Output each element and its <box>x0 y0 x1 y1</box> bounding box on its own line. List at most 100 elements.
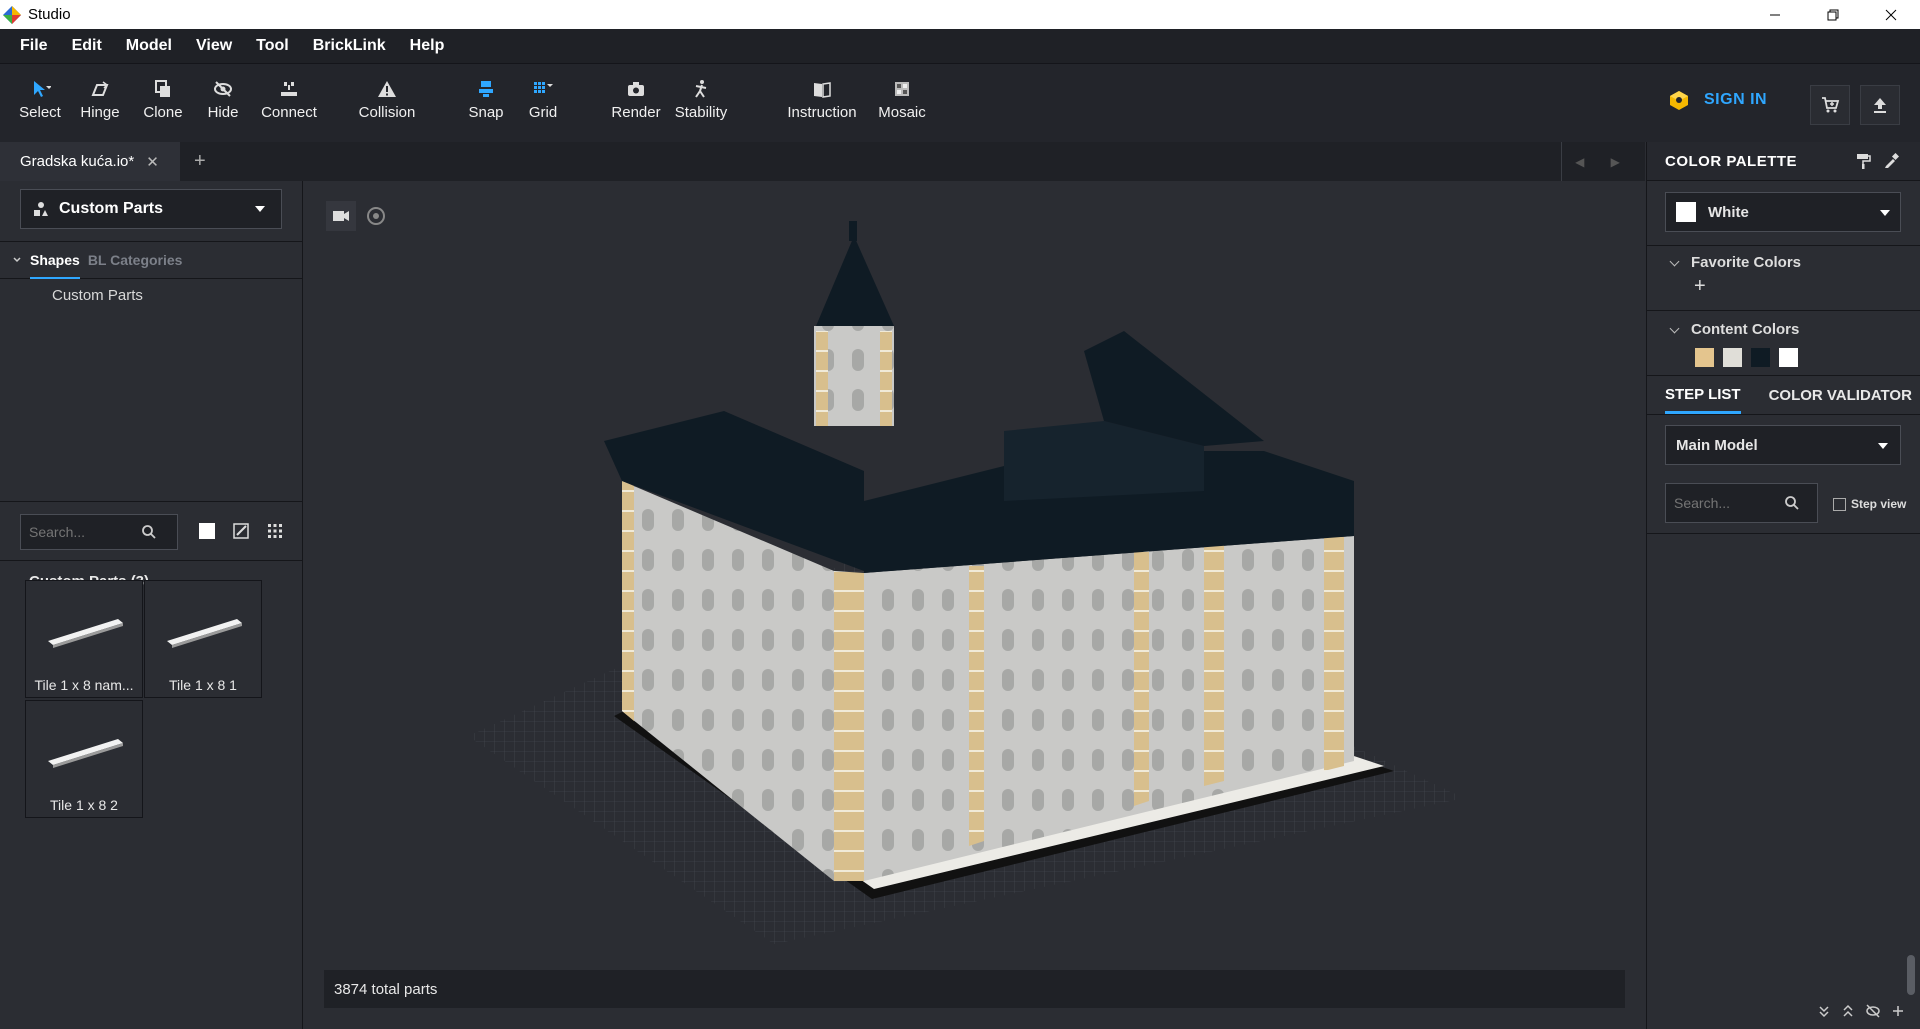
menu-bar: File Edit Model View Tool BrickLink Help <box>0 29 1920 63</box>
snap-magnet-icon <box>479 81 493 97</box>
sign-in-label: SIGN IN <box>1704 91 1768 108</box>
color-swatch-light-bluish-gray[interactable] <box>1723 348 1742 367</box>
add-favorite-color-icon[interactable]: + <box>1647 275 1920 298</box>
stability-tool-button[interactable]: Stability <box>666 78 736 121</box>
tab-shapes[interactable]: Shapes <box>30 242 80 279</box>
front-quoins-3 <box>1324 537 1344 771</box>
upload-icon <box>1874 98 1886 113</box>
grid-view-icon[interactable] <box>266 522 284 540</box>
minimize-button[interactable] <box>1746 0 1804 29</box>
menu-edit[interactable]: Edit <box>60 37 114 55</box>
filter-edit-icon[interactable] <box>232 522 250 540</box>
expand-all-icon[interactable] <box>1841 1004 1855 1018</box>
search-icon[interactable] <box>1784 495 1800 511</box>
part-label: Tile 1 x 8 1 <box>169 677 237 693</box>
add-tab-icon[interactable]: + <box>194 150 206 173</box>
tower-finial <box>849 221 857 241</box>
tab-color-validator[interactable]: COLOR VALIDATOR <box>1769 387 1912 404</box>
warning-triangle-icon <box>378 81 396 97</box>
hide-steps-icon[interactable] <box>1865 1004 1881 1018</box>
search-icon[interactable] <box>141 524 157 540</box>
tree-item-custom-parts[interactable]: Custom Parts <box>52 287 143 304</box>
color-selector-dropdown[interactable]: White <box>1665 192 1901 232</box>
center-corner-quoins <box>834 571 864 881</box>
parts-panel: Custom Parts Shapes BL Categories Custom… <box>0 181 303 1029</box>
color-swatch-tan[interactable] <box>1695 348 1714 367</box>
tab-step-list[interactable]: STEP LIST <box>1665 376 1741 414</box>
close-window-button[interactable] <box>1862 0 1920 29</box>
menu-bricklink[interactable]: BrickLink <box>301 37 398 55</box>
color-swatch-black-blue[interactable] <box>1751 348 1770 367</box>
color-square-icon[interactable] <box>198 522 216 540</box>
connect-tool-button[interactable]: Connect <box>254 78 324 121</box>
collapse-chevron-icon[interactable] <box>12 255 22 265</box>
grid-label: Grid <box>528 104 558 121</box>
clone-icon <box>155 80 170 97</box>
tower-quoins-right <box>880 331 892 426</box>
3d-viewport[interactable]: 3874 total parts <box>304 181 1645 1029</box>
parts-category-dropdown[interactable]: Custom Parts <box>20 189 282 229</box>
collapse-all-icon[interactable] <box>1817 1004 1831 1018</box>
connect-label: Connect <box>261 104 317 121</box>
menu-model[interactable]: Model <box>114 37 184 55</box>
part-tile-1[interactable]: Tile 1 x 8 nam... <box>25 580 143 698</box>
grid-tool-button[interactable]: Grid <box>508 78 578 121</box>
hinge-tool-button[interactable]: Hinge <box>65 78 135 121</box>
step-panel-tabs: STEP LIST COLOR VALIDATOR <box>1647 375 1920 415</box>
stability-label: Stability <box>674 104 728 121</box>
front-quoins-4 <box>969 566 984 846</box>
chevron-down-icon <box>255 206 265 212</box>
left-corner-quoins <box>622 481 634 721</box>
close-tab-icon[interactable]: ✕ <box>146 153 159 171</box>
tile-part-icon <box>48 739 123 768</box>
upload-button[interactable] <box>1860 85 1900 125</box>
instruction-tool-button[interactable]: Instruction <box>787 78 857 121</box>
color-swatch-white[interactable] <box>1779 348 1798 367</box>
hide-tool-button[interactable]: Hide <box>188 78 258 121</box>
clone-label: Clone <box>143 104 183 121</box>
parts-search-input[interactable] <box>21 524 141 540</box>
eye-off-icon <box>214 81 232 97</box>
model-selector-dropdown[interactable]: Main Model <box>1665 425 1901 465</box>
cart-button[interactable] <box>1810 85 1850 125</box>
eyedropper-icon[interactable] <box>1883 153 1899 169</box>
cursor-arrow-icon <box>34 81 51 97</box>
hinge-icon <box>91 81 109 96</box>
step-list-controls <box>1817 1004 1905 1018</box>
paint-roller-icon[interactable] <box>1855 153 1871 169</box>
restore-button[interactable] <box>1804 0 1862 29</box>
window-title: Studio <box>28 6 71 23</box>
menu-help[interactable]: Help <box>398 37 457 55</box>
tab-next-icon[interactable]: ▶ <box>1611 155 1620 169</box>
right-panel: COLOR PALETTE White Favorite Colors + Co… <box>1646 142 1920 1029</box>
mosaic-label: Mosaic <box>878 104 926 121</box>
mosaic-tool-button[interactable]: Mosaic <box>867 78 937 121</box>
tower-quoins-left <box>816 331 828 426</box>
step-list-scrollbar[interactable] <box>1907 955 1915 995</box>
grid-icon <box>534 82 553 93</box>
menu-file[interactable]: File <box>8 37 60 55</box>
step-view-checkbox[interactable] <box>1833 497 1846 511</box>
step-view-toggle[interactable]: Step view <box>1833 497 1906 511</box>
close-icon <box>1885 9 1897 20</box>
menu-tool[interactable]: Tool <box>244 37 301 55</box>
sign-in-button[interactable]: SIGN IN <box>1668 89 1767 111</box>
favorite-colors-title[interactable]: Favorite Colors <box>1647 254 1920 271</box>
total-parts-label: 3874 total parts <box>334 980 438 998</box>
selected-color-swatch <box>1676 202 1696 222</box>
step-search-input[interactable] <box>1666 495 1784 511</box>
tab-prev-icon[interactable]: ◀ <box>1575 155 1584 169</box>
add-step-icon[interactable] <box>1891 1004 1905 1018</box>
tile-part-icon <box>167 619 242 648</box>
part-tile-3[interactable]: Tile 1 x 8 2 <box>25 700 143 818</box>
render-tool-button[interactable]: Render <box>601 78 671 121</box>
document-tab[interactable]: Gradska kuća.io* ✕ <box>0 142 180 181</box>
content-colors-title[interactable]: Content Colors <box>1647 321 1920 338</box>
tab-bl-categories[interactable]: BL Categories <box>88 252 183 268</box>
part-tile-2[interactable]: Tile 1 x 8 1 <box>144 580 262 698</box>
menu-view[interactable]: View <box>184 37 244 55</box>
render-label: Render <box>611 104 661 121</box>
chevron-down-icon <box>1880 210 1890 216</box>
selected-color-label: White <box>1708 203 1749 221</box>
collision-tool-button[interactable]: Collision <box>352 78 422 121</box>
